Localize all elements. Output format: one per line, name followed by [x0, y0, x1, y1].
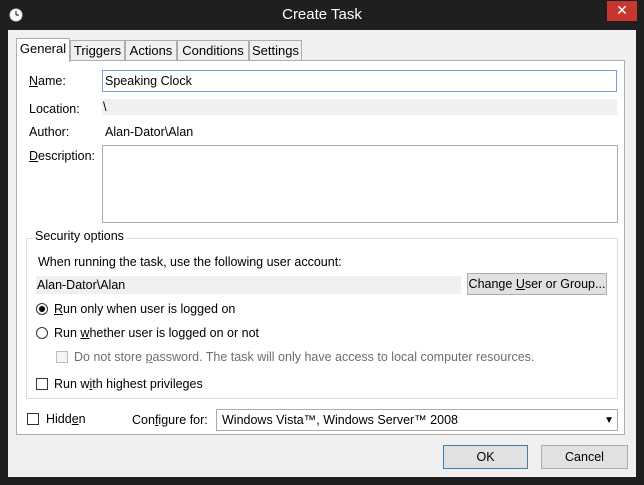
tab-actions[interactable]: Actions — [125, 40, 177, 61]
configure-for-select[interactable]: Windows Vista™, Windows Server™ 2008 ▼ — [216, 409, 618, 431]
security-options-title: Security options — [32, 229, 127, 243]
create-task-window: Create Task ✕ General Triggers Actions C… — [0, 0, 644, 485]
tab-settings[interactable]: Settings — [249, 40, 302, 61]
do-not-store-password-checkbox[interactable] — [56, 351, 68, 363]
tab-triggers[interactable]: Triggers — [70, 40, 125, 61]
close-button[interactable]: ✕ — [607, 1, 637, 21]
run-whether-logged-on-label[interactable]: Run whether user is logged on or not — [54, 326, 259, 340]
configure-for-label: Configure for: — [132, 413, 208, 427]
run-when-logged-on-label[interactable]: Run only when user is logged on — [54, 302, 235, 316]
tab-conditions[interactable]: Conditions — [177, 40, 249, 61]
location-label: Location: — [29, 102, 80, 116]
do-not-store-password-label: Do not store password. The task will onl… — [74, 350, 535, 364]
highest-privileges-checkbox[interactable] — [36, 378, 48, 390]
dialog-client-area: General Triggers Actions Conditions Sett… — [8, 30, 636, 477]
name-label: Name: — [29, 74, 66, 88]
hidden-label[interactable]: Hidden — [46, 412, 86, 426]
hidden-checkbox[interactable] — [27, 413, 39, 425]
run-when-logged-on-radio[interactable] — [36, 303, 48, 315]
run-whether-logged-on-radio[interactable] — [36, 327, 48, 339]
description-textarea[interactable] — [102, 145, 618, 223]
highest-privileges-label[interactable]: Run with highest privileges — [54, 377, 203, 391]
name-input[interactable]: Speaking Clock — [102, 70, 617, 92]
general-tab-panel: Name: Speaking Clock Location: \ Author:… — [16, 60, 625, 435]
close-icon: ✕ — [616, 2, 628, 18]
change-user-button[interactable]: Change User or Group... — [467, 273, 607, 295]
title-bar[interactable]: Create Task ✕ — [0, 0, 644, 30]
author-value: Alan-Dator\Alan — [105, 125, 194, 139]
description-label: Description: — [29, 149, 96, 163]
author-label: Author: — [29, 125, 70, 139]
cancel-button[interactable]: Cancel — [541, 445, 628, 469]
account-prompt: When running the task, use the following… — [38, 255, 342, 269]
configure-for-value: Windows Vista™, Windows Server™ 2008 — [222, 413, 458, 427]
tab-general[interactable]: General — [16, 38, 70, 62]
ok-button[interactable]: OK — [443, 445, 528, 469]
location-value: \ — [102, 99, 617, 115]
user-account-value: Alan-Dator\Alan — [36, 276, 461, 294]
window-title: Create Task — [282, 6, 362, 23]
chevron-down-icon: ▼ — [604, 415, 614, 426]
